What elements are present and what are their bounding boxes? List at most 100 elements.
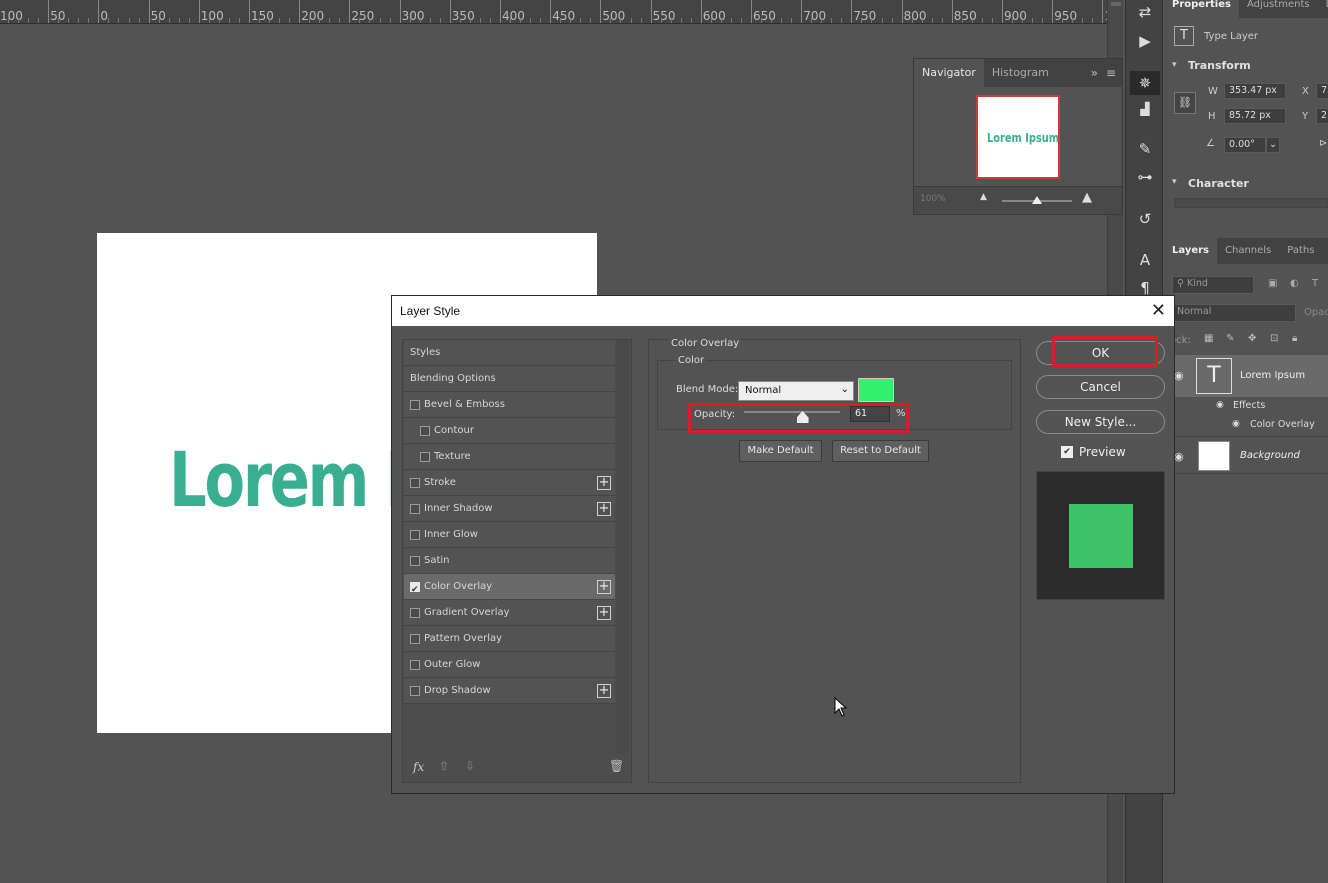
tab-histogram[interactable]: Histogram [984,59,1057,87]
style-list-scrollbar[interactable] [616,340,629,754]
layer-type-label: Type Layer [1204,31,1259,42]
fx-icon[interactable]: fx [413,760,424,774]
style-checkbox[interactable] [410,504,420,514]
filter-image-icon[interactable]: ▣ [1268,278,1277,289]
layer-effect-row[interactable]: ◉ Color Overlay [1164,416,1328,435]
navigator-zoom[interactable]: 100% [920,194,946,204]
filter-type-icon[interactable]: T [1312,278,1318,289]
style-item-pattern-overlay[interactable]: Pattern Overlay [404,626,615,652]
rotate-icon[interactable]: ↺ [1135,209,1155,229]
character-icon[interactable]: A [1135,250,1155,270]
lock-position-icon[interactable]: ✥ [1248,333,1256,344]
add-effect-icon[interactable]: + [597,580,611,594]
cancel-button[interactable]: Cancel [1036,375,1165,399]
add-effect-icon[interactable]: + [597,502,611,516]
overlay-color-swatch[interactable] [858,378,894,402]
style-item-styles[interactable]: Styles [404,340,615,366]
adjustments-icon[interactable]: ⊶ [1135,167,1155,187]
style-item-drop-shadow[interactable]: Drop Shadow + [404,678,615,704]
section-title: Color Overlay [669,338,742,349]
style-checkbox[interactable] [410,400,420,410]
add-effect-icon[interactable]: + [597,476,611,490]
layer-row[interactable]: ◉ T Lorem Ipsum [1164,355,1328,397]
add-effect-icon[interactable]: + [597,606,611,620]
tab-properties[interactable]: Properties [1164,0,1239,18]
style-item-texture[interactable]: Texture [404,444,615,470]
zoom-out-icon[interactable]: ▲ [980,192,987,202]
layer-blend-mode[interactable]: Normal [1172,304,1296,322]
visibility-eye-icon[interactable]: ◉ [1216,400,1224,410]
tab-channels[interactable]: Channels [1217,238,1279,264]
angle-field[interactable]: 0.00° [1224,137,1266,153]
visibility-eye-icon[interactable]: ◉ [1174,369,1184,382]
trash-icon[interactable]: 🗑︎ [609,759,624,773]
tab-layers[interactable]: Layers [1164,238,1217,264]
flip-icon[interactable]: ⊳ [1319,138,1327,149]
tab-adjustments[interactable]: Adjustments [1239,0,1318,18]
navigator-thumbnail[interactable]: Lorem Ipsum [976,95,1060,179]
tab-paths[interactable]: Paths [1279,238,1322,264]
new-style-button[interactable]: New Style... [1036,410,1165,434]
style-item-inner-glow[interactable]: Inner Glow [404,522,615,548]
style-item-label: Stroke [424,477,456,488]
height-field[interactable]: 85.72 px [1224,108,1286,124]
layer-row[interactable]: ◉ Background [1164,436,1328,474]
style-checkbox[interactable] [410,634,420,644]
history-icon[interactable]: ⇄ [1135,2,1155,22]
lock-all-icon[interactable]: 🔒︎ [1292,333,1297,344]
lock-artboard-icon[interactable]: ⊡ [1270,333,1278,344]
angle-dropdown-icon[interactable]: ⌄ [1266,137,1280,153]
style-checkbox[interactable] [410,478,420,488]
panel-menu-icon[interactable]: ≡ [1106,66,1116,80]
preview-checkbox[interactable]: ✔ [1061,446,1073,458]
width-field[interactable]: 353.47 px [1224,83,1286,99]
style-checkbox[interactable] [420,452,430,462]
layer-kind-filter[interactable]: ⚲ Kind [1172,276,1254,294]
lock-transparent-icon[interactable]: ▦ [1204,333,1213,344]
tab-navigator[interactable]: Navigator [914,59,984,87]
layer-effects-row[interactable]: ◉ Effects [1164,397,1328,416]
style-checkbox[interactable] [410,686,420,696]
move-up-icon[interactable]: ⇧ [439,759,449,773]
navigator-wheel-icon[interactable]: ✵ [1130,71,1160,95]
style-item-bevel-emboss[interactable]: Bevel & Emboss [404,392,615,418]
visibility-eye-icon[interactable]: ◉ [1174,450,1184,463]
zoom-slider[interactable] [1002,196,1072,204]
visibility-eye-icon[interactable]: ◉ [1232,419,1240,429]
link-icon[interactable]: ⛓ [1174,92,1196,114]
tab-libraries[interactable]: Lib [1318,0,1328,18]
y-field[interactable]: 21 [1316,108,1328,124]
style-checkbox[interactable] [410,660,420,670]
style-item-blending-options[interactable]: Blending Options [404,366,615,392]
expand-icon[interactable]: » [1091,66,1098,80]
style-item-satin[interactable]: Satin [404,548,615,574]
zoom-in-icon[interactable]: ▲ [1082,190,1092,205]
style-checkbox[interactable] [410,556,420,566]
style-item-stroke[interactable]: Stroke + [404,470,615,496]
ok-highlight [1052,336,1158,367]
actions-play-icon[interactable]: ▶ [1135,31,1155,51]
style-checkbox[interactable] [410,608,420,618]
zoom-slider-handle[interactable] [1032,196,1042,204]
style-checkbox[interactable] [420,426,430,436]
style-checkbox[interactable] [410,530,420,540]
style-checkbox[interactable] [410,577,420,603]
move-down-icon[interactable]: ⇩ [465,759,475,773]
style-item-gradient-overlay[interactable]: Gradient Overlay + [404,600,615,626]
add-effect-icon[interactable]: + [597,684,611,698]
chevron-down-icon[interactable]: ▾ [1172,60,1177,70]
filter-adjust-icon[interactable]: ◐ [1290,278,1299,289]
histogram-icon[interactable]: ▟ [1135,99,1155,119]
style-item-contour[interactable]: Contour [404,418,615,444]
chevron-down-icon[interactable]: ▾ [1172,177,1177,187]
style-item-outer-glow[interactable]: Outer Glow [404,652,615,678]
style-item-color-overlay[interactable]: Color Overlay + [404,574,615,603]
lock-pixels-icon[interactable]: ✎ [1226,333,1234,344]
x-field[interactable]: 73 [1316,83,1328,99]
style-item-inner-shadow[interactable]: Inner Shadow + [404,496,615,522]
close-icon[interactable]: ✕ [1151,300,1166,320]
make-default-button[interactable]: Make Default [739,440,822,462]
reset-default-button[interactable]: Reset to Default [832,440,929,462]
blend-mode-select[interactable]: Normal ⌄ [738,381,854,401]
brush-icon[interactable]: ✎ [1135,139,1155,159]
